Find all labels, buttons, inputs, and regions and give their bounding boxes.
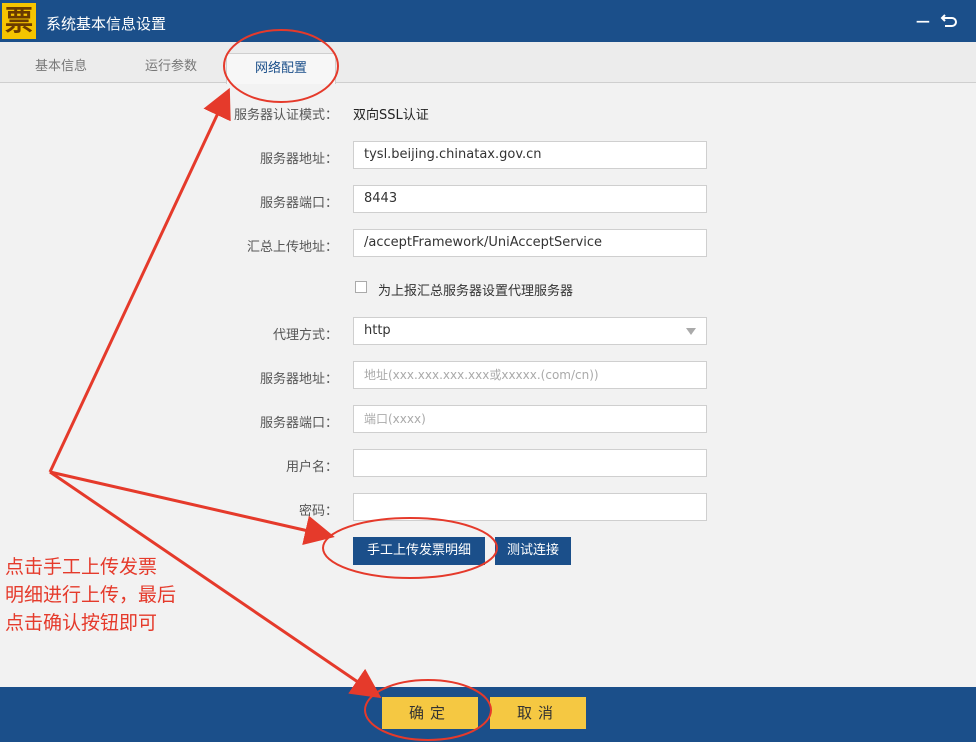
highlight-circle-confirm [364, 679, 492, 741]
annotation-overlay [48, 29, 498, 741]
arrow-to-network-tab [48, 87, 231, 473]
arrow-to-manual-upload [49, 470, 335, 545]
highlight-circle-manual-upload [322, 517, 498, 579]
arrow-to-confirm [49, 470, 382, 699]
highlight-circle-network-tab [223, 29, 339, 103]
